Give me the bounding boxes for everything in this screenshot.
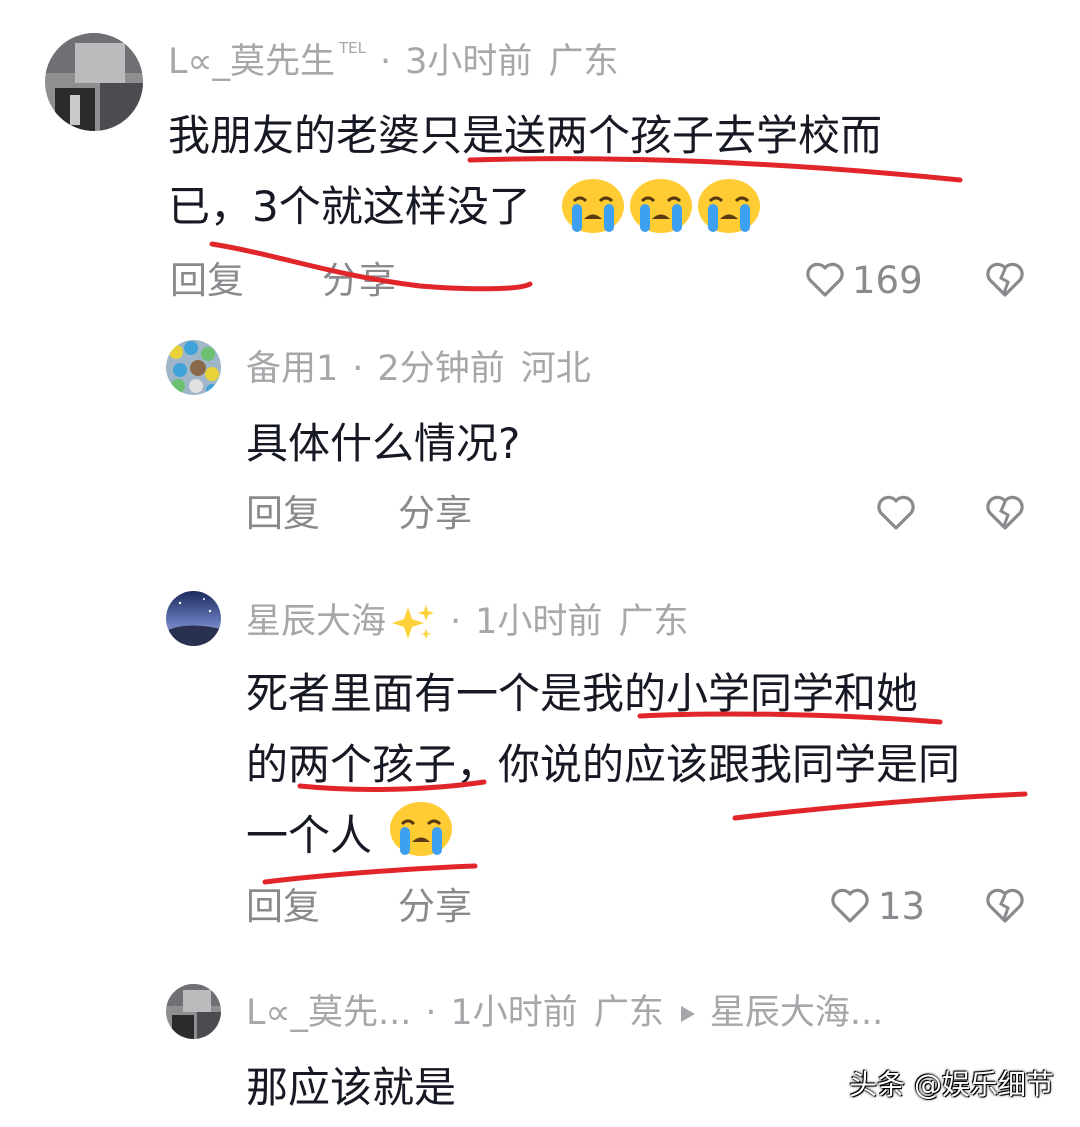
annotation-underline [732,791,1028,821]
annotation-underline [209,241,533,292]
annotation-underline [467,156,963,183]
annotation-underline [262,863,478,885]
annotation-overlay [209,156,1028,885]
annotation-underline [297,779,487,792]
annotation-underline [637,711,943,725]
watermark: 头条 @娱乐细节 [849,1068,1054,1101]
